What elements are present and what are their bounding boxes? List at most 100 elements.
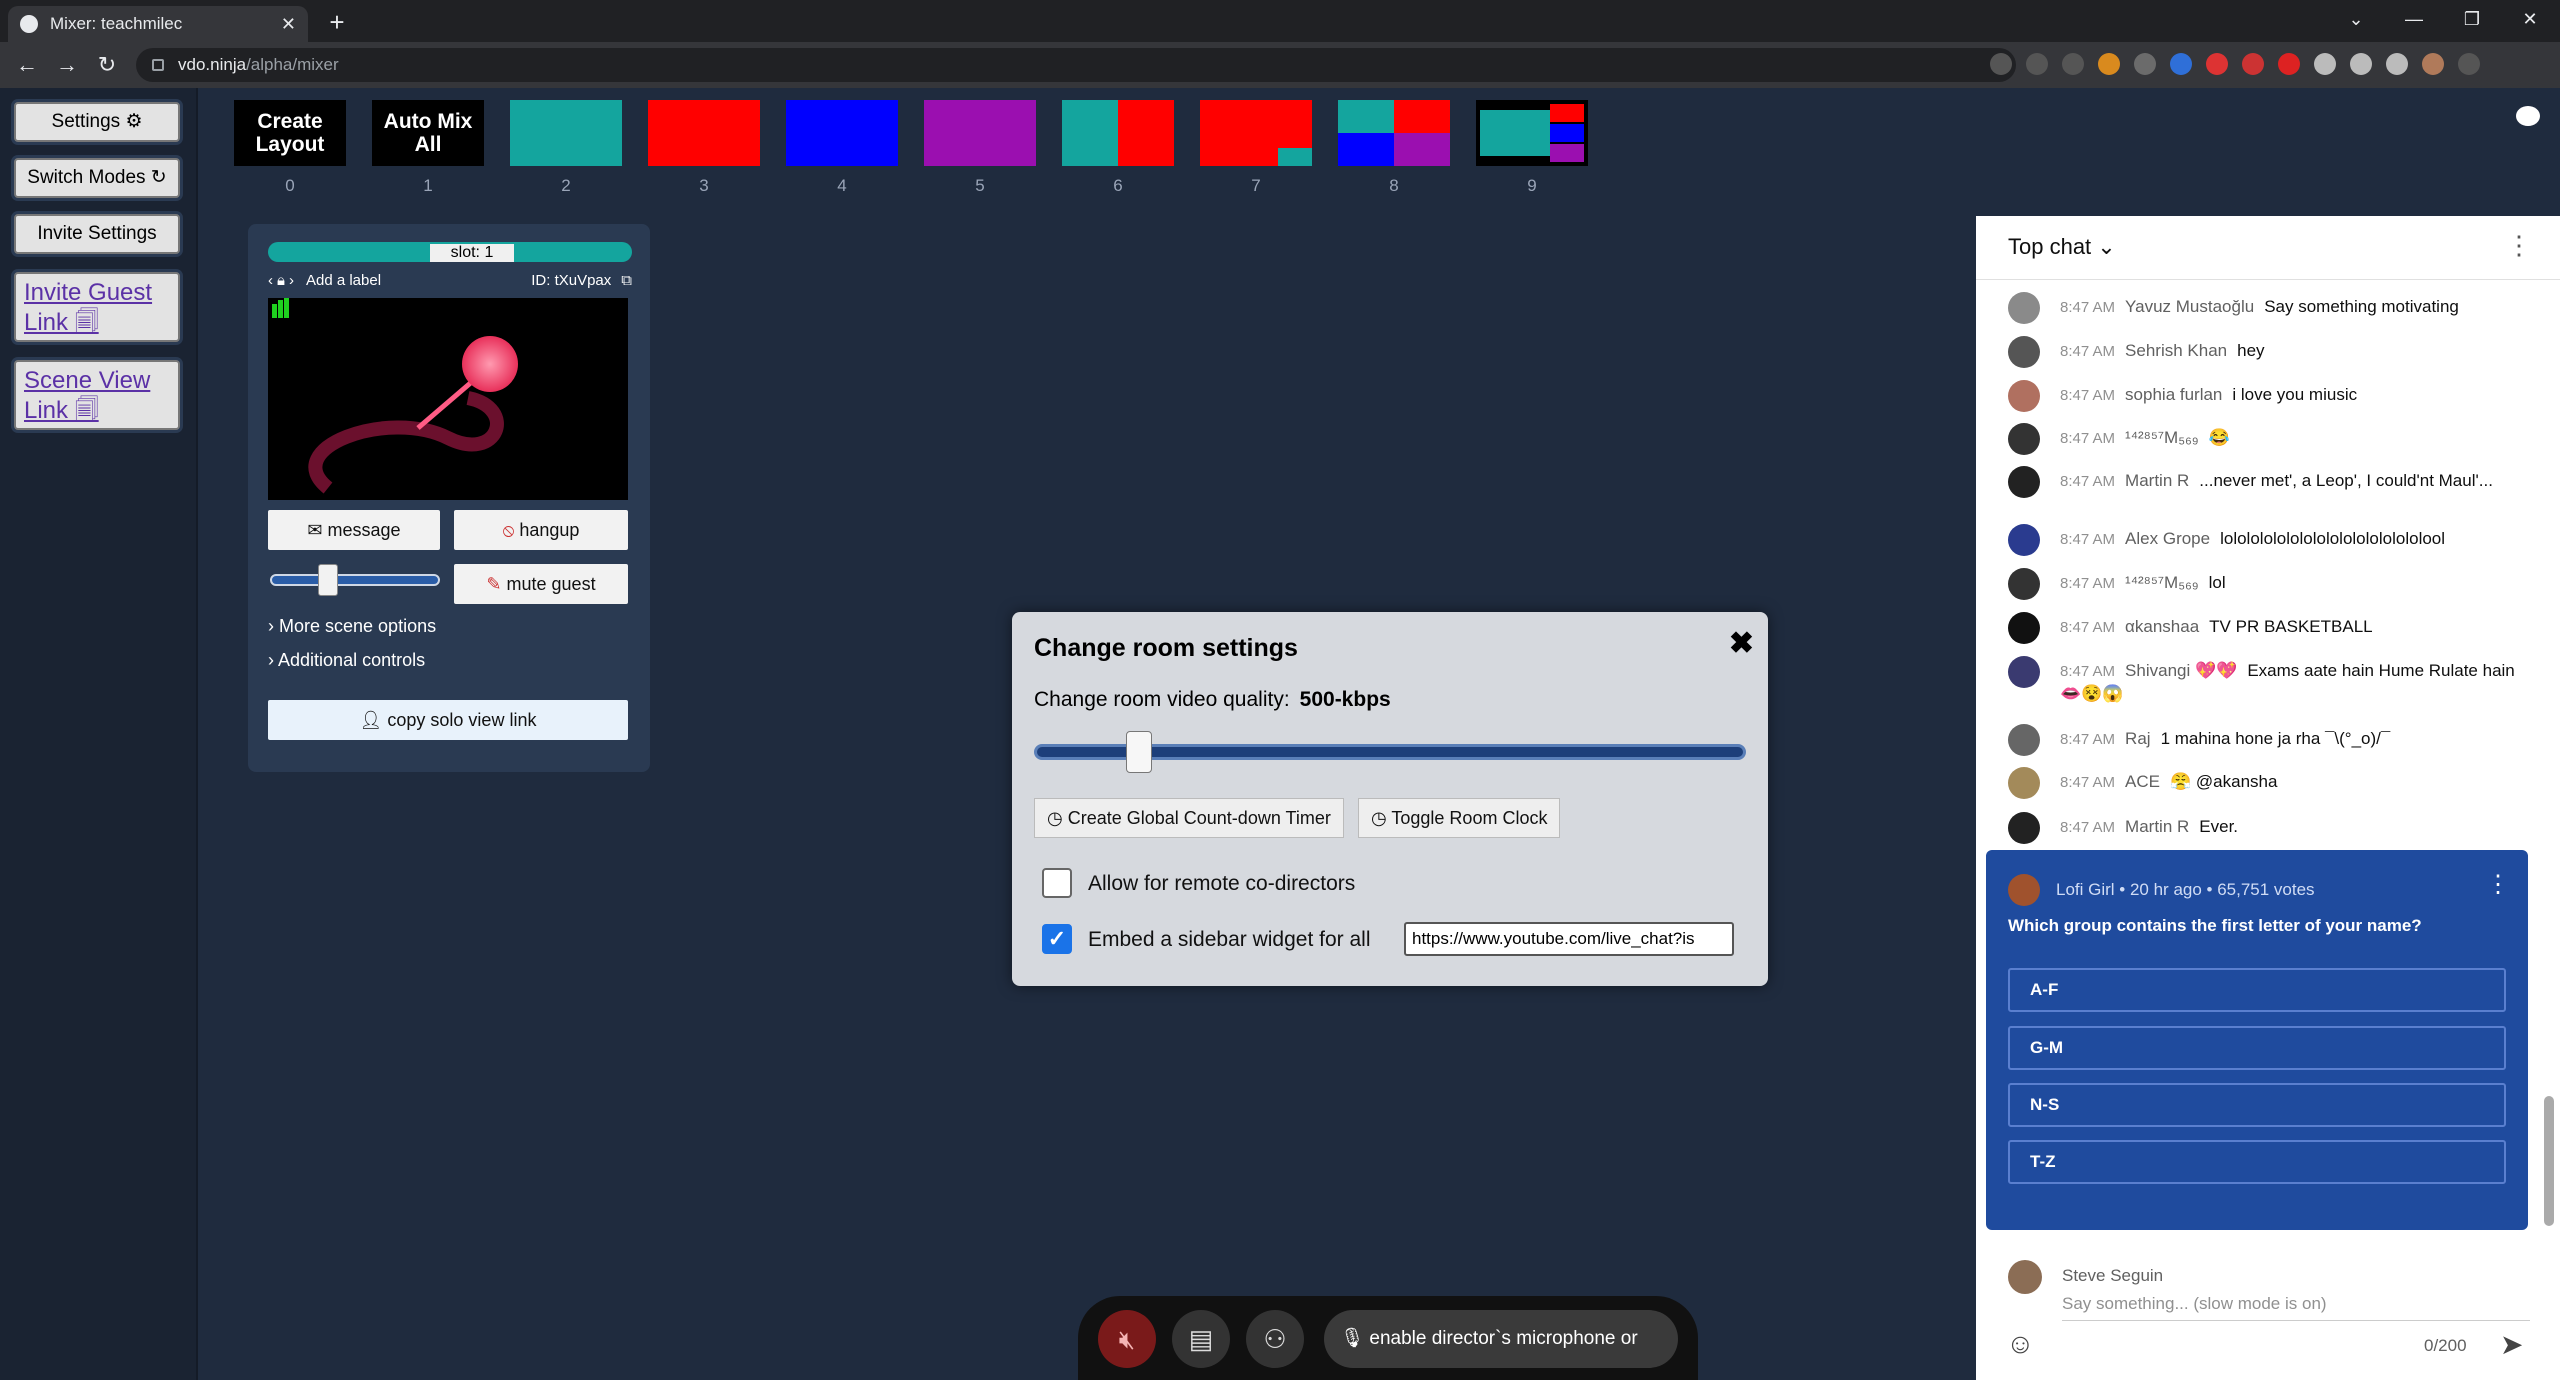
sidebar-icon[interactable] <box>2386 53 2408 75</box>
volume-slider[interactable] <box>270 564 440 596</box>
message-author[interactable]: ACE <box>2125 772 2160 791</box>
copy-icon[interactable]: ⧉ <box>621 272 632 289</box>
allow-codirectors-checkbox[interactable] <box>1042 868 1072 898</box>
global-timer-button[interactable]: ◷ Create Global Count-down Timer <box>1034 798 1344 838</box>
poll-option[interactable]: T-Z <box>2008 1140 2506 1184</box>
layout-3-button[interactable] <box>648 100 760 166</box>
shield-icon[interactable] <box>2134 53 2156 75</box>
mute-guest-button[interactable]: ✎ mute guest <box>454 564 628 604</box>
new-tab-icon[interactable]: + <box>322 8 352 38</box>
tab-search-icon[interactable]: ⌄ <box>2328 0 2384 40</box>
invite-guest-link[interactable]: Invite Guest Link 🗐 <box>14 272 180 342</box>
message-author[interactable]: Martin R <box>2125 471 2189 490</box>
url-field[interactable]: vdo.ninja/alpha/mixer <box>136 48 2016 82</box>
menu-icon[interactable] <box>2458 53 2480 75</box>
slot-label: slot: 1 <box>430 244 514 262</box>
message-button[interactable]: ✉ message <box>268 510 440 550</box>
add-label-link[interactable]: Add a label <box>306 272 381 289</box>
minimize-icon[interactable]: — <box>2386 0 2442 40</box>
message-author[interactable]: Shivangi 💖💖 <box>2125 661 2237 680</box>
layout-4-button[interactable] <box>786 100 898 166</box>
top-chat-dropdown[interactable]: Top chat ⌄ <box>2008 234 2116 260</box>
message-author[interactable]: Martin R <box>2125 817 2189 836</box>
volume-slider-handle[interactable] <box>317 564 338 596</box>
layout-8-button[interactable] <box>1338 100 1450 166</box>
poll-option[interactable]: N-S <box>2008 1083 2506 1127</box>
puzzle-icon[interactable] <box>2314 53 2336 75</box>
layout-5-button[interactable] <box>924 100 1036 166</box>
additional-controls-toggle[interactable]: › Additional controls <box>268 650 425 671</box>
poll-more-icon[interactable]: ⋮ <box>2486 870 2510 899</box>
embed-url-input[interactable]: https://www.youtube.com/live_chat?is <box>1404 922 1734 956</box>
group-settings-icon[interactable]: ⚇ <box>1246 1310 1304 1368</box>
restore-icon[interactable]: ❐ <box>2444 0 2500 40</box>
scene-view-link[interactable]: Scene View Link 🗐 <box>14 360 180 430</box>
zoom-icon[interactable] <box>1990 53 2012 75</box>
forward-icon[interactable]: → <box>52 50 82 80</box>
poll-option[interactable]: A-F <box>2008 968 2506 1012</box>
hangup-button[interactable]: ⦸ hangup <box>454 510 628 550</box>
auto-mix-all-button[interactable]: Auto Mix All <box>372 100 484 166</box>
copy-solo-view-link-button[interactable]: 👤︎ copy solo view link <box>268 700 628 740</box>
close-tab-icon[interactable]: ✕ <box>281 14 296 35</box>
message-author[interactable]: Sehrish Khan <box>2125 341 2227 360</box>
quality-slider-handle[interactable] <box>1125 731 1152 773</box>
embed-sidebar-checkbox[interactable]: ✓ <box>1042 924 1072 954</box>
message-time: 8:47 AM <box>2060 774 2116 791</box>
switch-modes-button[interactable]: Switch Modes ↻ <box>14 158 180 198</box>
extension-icon[interactable] <box>2206 53 2228 75</box>
star-icon[interactable] <box>2062 53 2084 75</box>
layout-9-button[interactable] <box>1476 100 1588 166</box>
message-author[interactable]: ¹⁴²⁸⁵⁷M₅₆₉ <box>2125 428 2199 447</box>
chat-toggle-icon[interactable] <box>2516 106 2540 126</box>
enable-director-mic-button[interactable]: 🎙︎ enable director`s microphone or video <box>1324 1310 1678 1368</box>
back-icon[interactable]: ← <box>12 50 42 80</box>
message-time: 8:47 AM <box>2060 430 2116 447</box>
move-right-icon[interactable]: › <box>289 272 294 289</box>
extension-icon[interactable] <box>2278 53 2300 75</box>
guest-card: slot: 1 ‹ 🔒︎ › Add a label ID: tXuVpax ⧉… <box>248 224 650 772</box>
reload-icon[interactable]: ↻ <box>92 50 122 80</box>
poll-option[interactable]: G-M <box>2008 1026 2506 1070</box>
invite-settings-button[interactable]: Invite Settings <box>14 214 180 254</box>
chat-input[interactable]: Say something... (slow mode is on) <box>2062 1294 2530 1321</box>
more-options-icon[interactable]: ⋮ <box>2506 230 2532 261</box>
layout-2-button[interactable] <box>510 100 622 166</box>
settings-button[interactable]: Settings ⚙ <box>14 102 180 142</box>
speaker-muted-icon[interactable]: 🔇︎ <box>1098 1310 1156 1368</box>
toggle-room-clock-button[interactable]: ◷ Toggle Room Clock <box>1358 798 1561 838</box>
layout-7-button[interactable] <box>1200 100 1312 166</box>
slot-bar[interactable]: slot: 1 <box>268 242 632 262</box>
lock-icon[interactable]: 🔒︎ <box>277 272 285 289</box>
share-icon[interactable] <box>2026 53 2048 75</box>
more-scene-options-toggle[interactable]: › More scene options <box>268 616 436 637</box>
extension-icon[interactable] <box>2098 53 2120 75</box>
document-icon[interactable]: ▤ <box>1172 1310 1230 1368</box>
profile-avatar[interactable] <box>2422 53 2444 75</box>
quality-slider[interactable] <box>1034 731 1746 773</box>
message-author[interactable]: ¹⁴²⁸⁵⁷M₅₆₉ <box>2125 573 2199 592</box>
move-left-icon[interactable]: ‹ <box>268 272 273 289</box>
close-icon[interactable]: ✖ <box>1729 626 1754 661</box>
extension-icon[interactable] <box>2170 53 2192 75</box>
extension-icon[interactable] <box>2242 53 2264 75</box>
layout-number: 8 <box>1389 176 1399 195</box>
mic-button-label: enable director`s microphone or video <box>1369 1328 1638 1349</box>
chat-scrollbar[interactable] <box>2544 1096 2554 1226</box>
send-icon[interactable]: ➤ <box>2500 1328 2523 1361</box>
window-close-icon[interactable]: ✕ <box>2502 0 2558 40</box>
layout-6-button[interactable] <box>1062 100 1174 166</box>
message-author[interactable]: Raj <box>2125 729 2151 748</box>
media-icon[interactable] <box>2350 53 2372 75</box>
tab-title: Mixer: teachmilec <box>50 14 183 33</box>
mail-icon: ✉ <box>307 520 328 540</box>
emoji-icon[interactable]: ☺ <box>2006 1328 2035 1360</box>
message-author[interactable]: sophia furlan <box>2125 385 2222 404</box>
message-author[interactable]: Alex Grope <box>2125 529 2210 548</box>
message-author[interactable]: αkanshaa <box>2125 617 2199 636</box>
message-author[interactable]: Yavuz Mustaoğlu <box>2125 297 2254 316</box>
browser-tab[interactable]: Mixer: teachmilec ✕ <box>8 6 308 42</box>
create-layout-button[interactable]: Create Layout <box>234 100 346 166</box>
guest-video[interactable] <box>268 298 628 500</box>
message-label: message <box>327 520 401 540</box>
